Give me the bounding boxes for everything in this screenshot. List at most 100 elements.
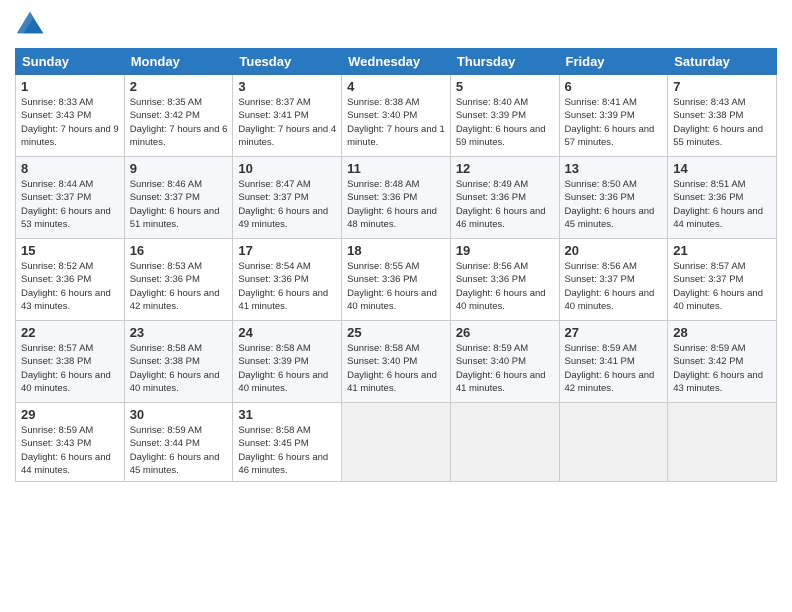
table-row: 19Sunrise: 8:56 AMSunset: 3:36 PMDayligh…	[450, 239, 559, 321]
col-saturday: Saturday	[668, 49, 777, 75]
day-number: 27	[565, 325, 663, 340]
day-info: Sunrise: 8:56 AMSunset: 3:37 PMDaylight:…	[565, 260, 663, 313]
calendar-week-1: 1Sunrise: 8:33 AMSunset: 3:43 PMDaylight…	[16, 75, 777, 157]
day-info: Sunrise: 8:59 AMSunset: 3:40 PMDaylight:…	[456, 342, 554, 395]
table-row: 13 Sunrise: 8:50 AMSunset: 3:36 PMDayligh…	[559, 157, 668, 239]
logo-icon	[15, 10, 45, 40]
table-row: 24 Sunrise: 8:58 AMSunset: 3:39 PMDayligh…	[233, 321, 342, 403]
table-row: 3 Sunrise: 8:37 AMSunset: 3:41 PMDaylight…	[233, 75, 342, 157]
col-tuesday: Tuesday	[233, 49, 342, 75]
table-row: 5Sunrise: 8:40 AMSunset: 3:39 PMDaylight…	[450, 75, 559, 157]
table-row: 15Sunrise: 8:52 AMSunset: 3:36 PMDayligh…	[16, 239, 125, 321]
day-info: Sunrise: 8:33 AMSunset: 3:43 PMDaylight:…	[21, 96, 119, 149]
day-info: Sunrise: 8:50 AMSunset: 3:36 PMDaylight:…	[565, 178, 663, 231]
table-row: 21 Sunrise: 8:57 AMSunset: 3:37 PMDayligh…	[668, 239, 777, 321]
col-sunday: Sunday	[16, 49, 125, 75]
day-info: Sunrise: 8:59 AMSunset: 3:41 PMDaylight:…	[565, 342, 663, 395]
day-number: 6	[565, 79, 663, 94]
day-number: 15	[21, 243, 119, 258]
day-info: Sunrise: 8:41 AMSunset: 3:39 PMDaylight:…	[565, 96, 663, 149]
calendar-week-2: 8 Sunrise: 8:44 AMSunset: 3:37 PMDaylight…	[16, 157, 777, 239]
day-info: Sunrise: 8:48 AMSunset: 3:36 PMDaylight:…	[347, 178, 445, 231]
calendar-header-row: Sunday Monday Tuesday Wednesday Thursday…	[16, 49, 777, 75]
table-row: 20Sunrise: 8:56 AMSunset: 3:37 PMDayligh…	[559, 239, 668, 321]
day-number: 28	[673, 325, 771, 340]
col-monday: Monday	[124, 49, 233, 75]
day-number: 22	[21, 325, 119, 340]
day-info: Sunrise: 8:44 AMSunset: 3:37 PMDaylight:…	[21, 178, 119, 231]
table-row: 10 Sunrise: 8:47 AMSunset: 3:37 PMDayligh…	[233, 157, 342, 239]
table-row: 12Sunrise: 8:49 AMSunset: 3:36 PMDayligh…	[450, 157, 559, 239]
day-info: Sunrise: 8:58 AMSunset: 3:38 PMDaylight:…	[130, 342, 228, 395]
table-row: 25 Sunrise: 8:58 AMSunset: 3:40 PMDayligh…	[342, 321, 451, 403]
table-row: 17 Sunrise: 8:54 AMSunset: 3:36 PMDayligh…	[233, 239, 342, 321]
day-number: 13	[565, 161, 663, 176]
day-info: Sunrise: 8:35 AMSunset: 3:42 PMDaylight:…	[130, 96, 228, 149]
table-row: 18Sunrise: 8:55 AMSunset: 3:36 PMDayligh…	[342, 239, 451, 321]
day-info: Sunrise: 8:57 AMSunset: 3:37 PMDaylight:…	[673, 260, 771, 313]
day-info: Sunrise: 8:47 AMSunset: 3:37 PMDaylight:…	[238, 178, 336, 231]
table-row: 30Sunrise: 8:59 AMSunset: 3:44 PMDayligh…	[124, 403, 233, 482]
day-info: Sunrise: 8:59 AMSunset: 3:44 PMDaylight:…	[130, 424, 228, 477]
col-wednesday: Wednesday	[342, 49, 451, 75]
day-info: Sunrise: 8:37 AMSunset: 3:41 PMDaylight:…	[238, 96, 336, 149]
day-number: 31	[238, 407, 336, 422]
table-row: 16 Sunrise: 8:53 AMSunset: 3:36 PMDayligh…	[124, 239, 233, 321]
calendar-week-4: 22 Sunrise: 8:57 AMSunset: 3:38 PMDayligh…	[16, 321, 777, 403]
day-number: 26	[456, 325, 554, 340]
table-row: 4 Sunrise: 8:38 AMSunset: 3:40 PMDaylight…	[342, 75, 451, 157]
day-info: Sunrise: 8:57 AMSunset: 3:38 PMDaylight:…	[21, 342, 119, 395]
table-row: 2 Sunrise: 8:35 AMSunset: 3:42 PMDaylight…	[124, 75, 233, 157]
table-row: 6 Sunrise: 8:41 AMSunset: 3:39 PMDaylight…	[559, 75, 668, 157]
day-info: Sunrise: 8:38 AMSunset: 3:40 PMDaylight:…	[347, 96, 445, 149]
day-info: Sunrise: 8:51 AMSunset: 3:36 PMDaylight:…	[673, 178, 771, 231]
day-info: Sunrise: 8:59 AMSunset: 3:43 PMDaylight:…	[21, 424, 119, 477]
day-number: 29	[21, 407, 119, 422]
table-row: 22 Sunrise: 8:57 AMSunset: 3:38 PMDayligh…	[16, 321, 125, 403]
col-thursday: Thursday	[450, 49, 559, 75]
day-number: 24	[238, 325, 336, 340]
day-number: 25	[347, 325, 445, 340]
day-info: Sunrise: 8:54 AMSunset: 3:36 PMDaylight:…	[238, 260, 336, 313]
day-info: Sunrise: 8:53 AMSunset: 3:36 PMDaylight:…	[130, 260, 228, 313]
table-row: 23 Sunrise: 8:58 AMSunset: 3:38 PMDayligh…	[124, 321, 233, 403]
day-info: Sunrise: 8:58 AMSunset: 3:39 PMDaylight:…	[238, 342, 336, 395]
day-number: 17	[238, 243, 336, 258]
day-number: 11	[347, 161, 445, 176]
day-number: 3	[238, 79, 336, 94]
table-row: 8 Sunrise: 8:44 AMSunset: 3:37 PMDaylight…	[16, 157, 125, 239]
table-row	[450, 403, 559, 482]
page-header	[15, 10, 777, 40]
table-row	[559, 403, 668, 482]
col-friday: Friday	[559, 49, 668, 75]
day-info: Sunrise: 8:58 AMSunset: 3:45 PMDaylight:…	[238, 424, 336, 477]
table-row: 28 Sunrise: 8:59 AMSunset: 3:42 PMDayligh…	[668, 321, 777, 403]
table-row	[668, 403, 777, 482]
day-info: Sunrise: 8:58 AMSunset: 3:40 PMDaylight:…	[347, 342, 445, 395]
day-number: 10	[238, 161, 336, 176]
calendar-week-3: 15Sunrise: 8:52 AMSunset: 3:36 PMDayligh…	[16, 239, 777, 321]
table-row: 11 Sunrise: 8:48 AMSunset: 3:36 PMDayligh…	[342, 157, 451, 239]
table-row: 7Sunrise: 8:43 AMSunset: 3:38 PMDaylight…	[668, 75, 777, 157]
day-number: 16	[130, 243, 228, 258]
day-number: 19	[456, 243, 554, 258]
day-number: 14	[673, 161, 771, 176]
table-row: 9Sunrise: 8:46 AMSunset: 3:37 PMDaylight…	[124, 157, 233, 239]
day-info: Sunrise: 8:43 AMSunset: 3:38 PMDaylight:…	[673, 96, 771, 149]
table-row: 14 Sunrise: 8:51 AMSunset: 3:36 PMDayligh…	[668, 157, 777, 239]
logo	[15, 10, 49, 40]
day-info: Sunrise: 8:46 AMSunset: 3:37 PMDaylight:…	[130, 178, 228, 231]
calendar-week-5: 29 Sunrise: 8:59 AMSunset: 3:43 PMDayligh…	[16, 403, 777, 482]
table-row: 26 Sunrise: 8:59 AMSunset: 3:40 PMDayligh…	[450, 321, 559, 403]
day-number: 4	[347, 79, 445, 94]
day-info: Sunrise: 8:55 AMSunset: 3:36 PMDaylight:…	[347, 260, 445, 313]
day-info: Sunrise: 8:59 AMSunset: 3:42 PMDaylight:…	[673, 342, 771, 395]
day-number: 21	[673, 243, 771, 258]
day-number: 23	[130, 325, 228, 340]
day-number: 2	[130, 79, 228, 94]
table-row: 1Sunrise: 8:33 AMSunset: 3:43 PMDaylight…	[16, 75, 125, 157]
table-row: 27 Sunrise: 8:59 AMSunset: 3:41 PMDayligh…	[559, 321, 668, 403]
day-number: 8	[21, 161, 119, 176]
table-row	[342, 403, 451, 482]
calendar-table: Sunday Monday Tuesday Wednesday Thursday…	[15, 48, 777, 482]
